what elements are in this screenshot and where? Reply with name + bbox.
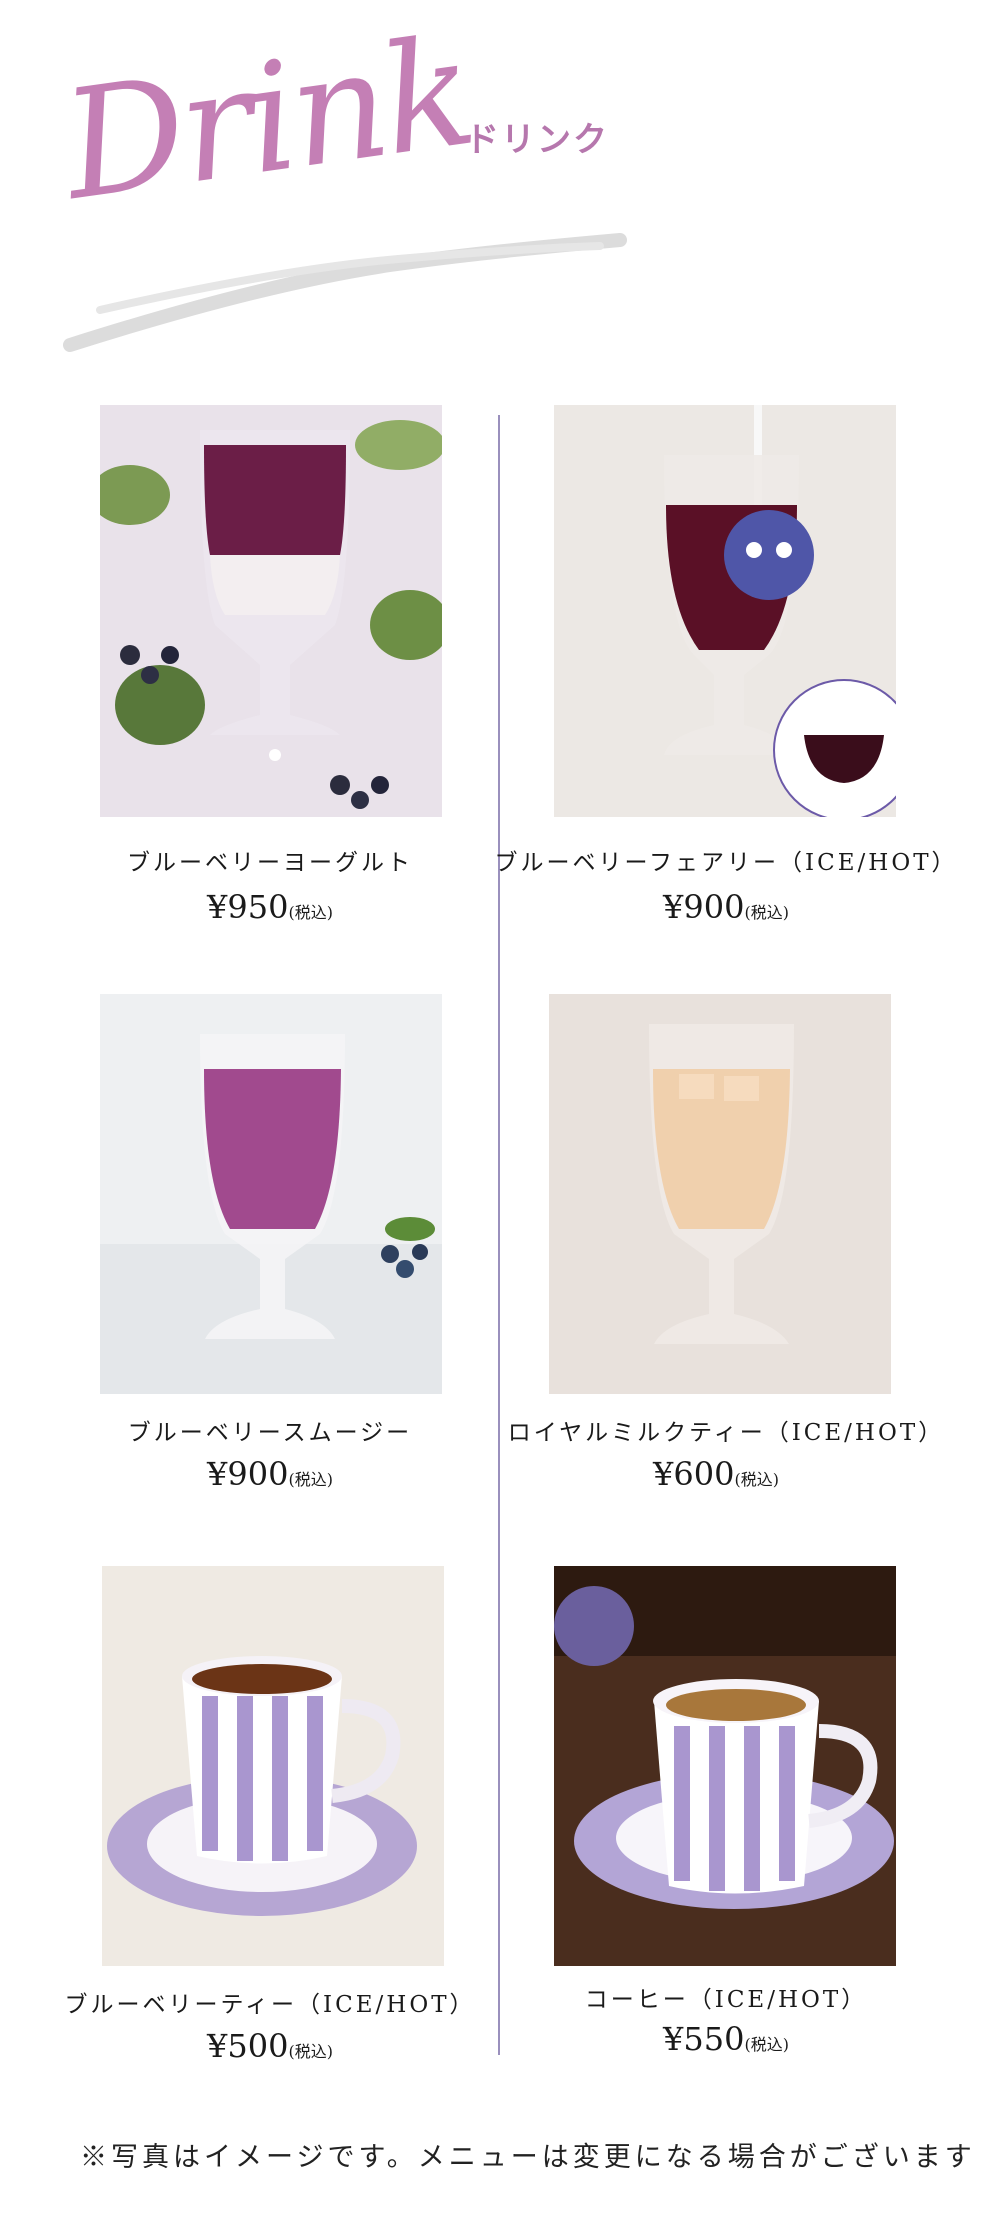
coffee-image — [554, 1566, 896, 1966]
price-amount: ¥500 — [207, 2027, 289, 2065]
blueberry-yogurt-image — [100, 405, 442, 817]
blueberry-tea-image — [102, 1566, 444, 1966]
center-divider — [498, 415, 500, 2055]
item-name: ブルーベリーフェアリー（ICE/HOT） — [494, 850, 958, 876]
price-tax-note: (税込) — [744, 2035, 789, 2054]
blueberry-yogurt-photo — [100, 405, 442, 817]
blueberry-fairy-photo — [554, 405, 896, 817]
price-amount: ¥900 — [663, 888, 745, 926]
price-tax-note: (税込) — [288, 2042, 333, 2061]
price-tax-note: (税込) — [734, 1470, 779, 1489]
item-price: ¥950(税込) — [120, 888, 420, 926]
menu-header: Drink ドリンク — [0, 0, 1000, 380]
price-amount: ¥950 — [207, 888, 289, 926]
item-price: ¥550(税込) — [576, 2020, 876, 2058]
blueberry-smoothie-image — [100, 994, 442, 1394]
item-name: ブルーベリーティー（ICE/HOT） — [64, 1992, 476, 2018]
price-amount: ¥900 — [207, 1455, 289, 1493]
item-name: ブルーベリーヨーグルト — [127, 850, 413, 876]
price-amount: ¥600 — [653, 1455, 735, 1493]
item-name: コーヒー（ICE/HOT） — [584, 1987, 868, 2013]
item-price: ¥600(税込) — [566, 1455, 866, 1493]
disclaimer-footnote: ※写真はイメージです。メニューは変更になる場合がございます — [80, 2142, 976, 2173]
item-price: ¥900(税込) — [576, 888, 876, 926]
price-amount: ¥550 — [663, 2020, 745, 2058]
price-tax-note: (税込) — [288, 1470, 333, 1489]
royal-milk-tea-image — [549, 994, 891, 1394]
coffee-photo — [554, 1560, 896, 1972]
item-price: ¥500(税込) — [120, 2027, 420, 2065]
blueberry-smoothie-photo — [100, 988, 442, 1400]
price-tax-note: (税込) — [288, 903, 333, 922]
item-name: ロイヤルミルクティー（ICE/HOT） — [507, 1420, 945, 1446]
item-name: ブルーベリースムージー — [127, 1420, 413, 1446]
item-price: ¥900(税込) — [120, 1455, 420, 1493]
blueberry-fairy-image — [554, 405, 896, 817]
drink-subtitle: ドリンク — [465, 120, 609, 160]
royal-milk-tea-photo — [549, 988, 891, 1400]
blueberry-tea-photo — [102, 1560, 444, 1972]
price-tax-note: (税込) — [744, 903, 789, 922]
